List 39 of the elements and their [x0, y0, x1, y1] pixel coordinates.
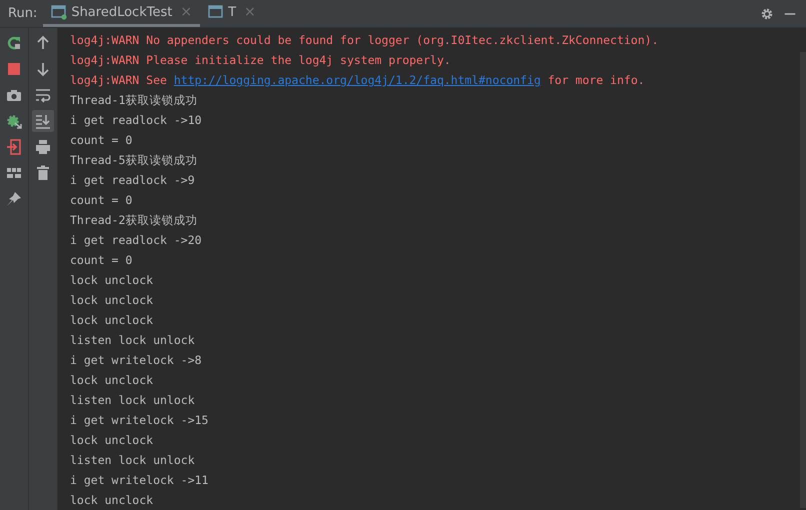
console-line: Thread-5获取读锁成功 — [70, 153, 198, 167]
console-line: count = 0 — [70, 193, 132, 207]
link[interactable]: http://logging.apache.org/log4j/1.2/faq.html#noconfig — [174, 73, 541, 87]
console-line: count = 0 — [70, 133, 132, 147]
console-line: i get writelock ->15 — [70, 413, 208, 427]
console-line: lock unclock — [70, 493, 154, 507]
console-line: log4j:WARN See — [70, 73, 168, 87]
close-icon[interactable]: × — [180, 4, 192, 20]
console-line: log4j:WARN No appenders could be found for logger (org.I0Itec.zkclient.ZkConnection). — [70, 33, 659, 47]
bug-gear-icon[interactable] — [6, 113, 22, 129]
console-line: lock unclock — [70, 313, 154, 327]
console-line: Thread-1获取读锁成功 — [70, 93, 198, 107]
console-window-icon — [208, 4, 224, 20]
console-line: i get readlock ->10 — [70, 113, 202, 127]
console-line: lock unclock — [70, 433, 154, 447]
layout-icon[interactable] — [6, 165, 22, 181]
run-label: Run: — [7, 6, 38, 21]
console-line: lock unclock — [70, 293, 154, 307]
rerun-icon[interactable] — [6, 35, 22, 51]
console-line: listen lock unlock — [70, 393, 195, 407]
camera-icon[interactable] — [6, 87, 22, 103]
close-icon[interactable]: × — [244, 4, 256, 20]
console-line: i get readlock ->9 — [70, 173, 195, 187]
run-tab[interactable]: T × — [200, 0, 264, 27]
console-line: Thread-2获取读锁成功 — [70, 213, 198, 227]
console-line: listen lock unlock — [70, 333, 195, 347]
console-line: lock unclock — [70, 373, 154, 387]
console-line: i get writelock ->8 — [70, 353, 202, 367]
stop-icon[interactable] — [6, 61, 22, 77]
console-line: i get writelock ->11 — [70, 473, 208, 487]
console-line: log4j:WARN Please initialize the log4j system properly. — [70, 53, 451, 67]
console-line: listen lock unlock — [70, 453, 195, 467]
pin-icon[interactable] — [6, 191, 22, 207]
console-line: lock unclock — [70, 273, 154, 287]
console-line: for more info. — [546, 73, 645, 87]
console-line: count = 0 — [70, 253, 132, 267]
settings-icon[interactable] — [760, 6, 774, 20]
console-line: i get readlock ->20 — [70, 233, 202, 247]
exit-icon[interactable] — [6, 139, 22, 155]
